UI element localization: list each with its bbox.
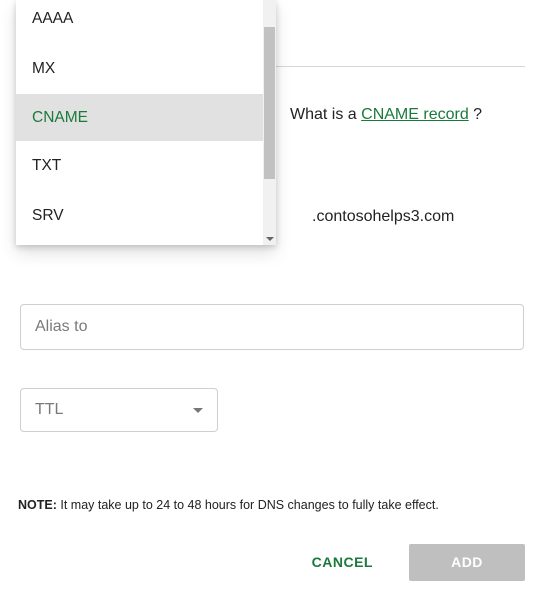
record-type-dropdown[interactable]: AAAA MX CNAME TXT SRV	[16, 0, 276, 245]
option-label: CNAME	[32, 109, 88, 127]
dns-propagation-note: NOTE: It may take up to 24 to 48 hours f…	[18, 498, 439, 512]
chevron-down-icon	[193, 408, 203, 413]
record-type-option-aaaa[interactable]: AAAA	[16, 0, 263, 44]
note-text: It may take up to 24 to 48 hours for DNS…	[57, 498, 439, 512]
scrollbar-thumb[interactable]	[264, 27, 275, 179]
cancel-button[interactable]: CANCEL	[304, 542, 381, 582]
record-type-listbox: AAAA MX CNAME TXT SRV	[16, 0, 263, 245]
option-label: MX	[32, 60, 55, 78]
record-type-option-cname[interactable]: CNAME	[16, 94, 263, 141]
cname-record-link[interactable]: CNAME record	[361, 106, 469, 123]
option-label: TXT	[32, 157, 61, 175]
alias-to-input[interactable]	[20, 304, 524, 350]
action-button-row: CANCEL ADD	[0, 542, 525, 582]
add-button[interactable]: ADD	[409, 544, 525, 581]
dropdown-scrollbar[interactable]	[263, 0, 276, 245]
what-is-line: What is a CNAME record ?	[290, 106, 482, 124]
chevron-down-icon	[266, 237, 274, 241]
ttl-placeholder: TTL	[35, 401, 63, 419]
option-label: SRV	[32, 207, 64, 225]
record-type-option-srv[interactable]: SRV	[16, 191, 263, 241]
host-domain-suffix: .contosohelps3.com	[312, 208, 454, 226]
note-label: NOTE:	[18, 498, 57, 512]
record-type-option-mx[interactable]: MX	[16, 44, 263, 94]
option-label: AAAA	[32, 10, 73, 28]
what-is-prefix: What is a	[290, 106, 361, 123]
what-is-suffix: ?	[469, 106, 482, 123]
ttl-select[interactable]: TTL	[20, 388, 218, 432]
scrollbar-down-button[interactable]	[263, 232, 276, 245]
record-type-option-txt[interactable]: TXT	[16, 141, 263, 191]
